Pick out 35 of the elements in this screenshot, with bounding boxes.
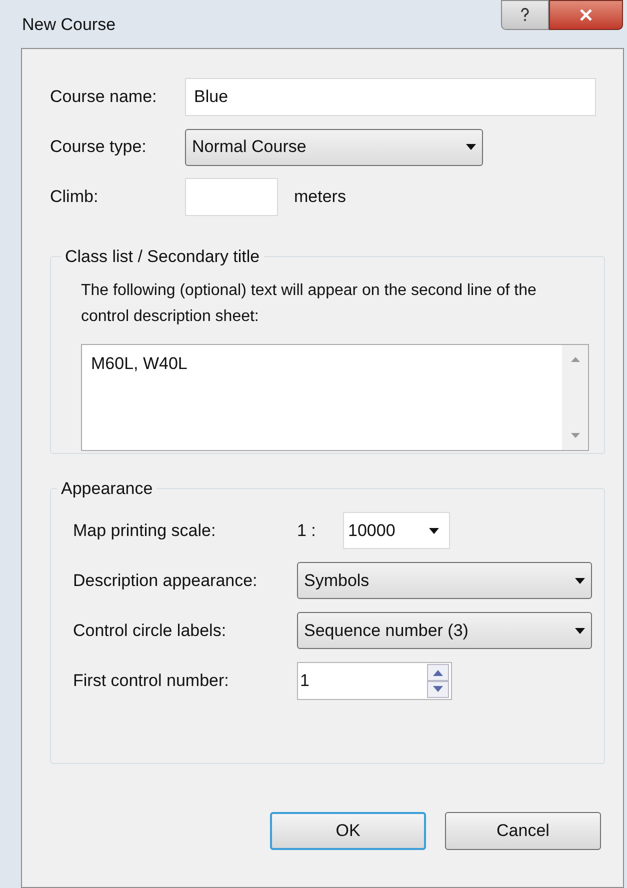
class-list-textarea[interactable]: M60L, W40L <box>81 344 589 450</box>
ok-button[interactable]: OK <box>270 812 426 850</box>
field-label: Climb: <box>50 186 100 208</box>
scale-combo[interactable]: 10000 <box>343 512 450 549</box>
description-text: The following (optional) text will appear on the second line of the control description sheet: <box>81 280 538 326</box>
help-button[interactable] <box>501 0 549 30</box>
field-label: Map printing scale: <box>73 520 217 542</box>
field-label: Description appearance: <box>73 570 258 592</box>
dropdown[interactable]: Sequence number (3) <box>297 612 592 649</box>
dropdown-arrow-icon <box>466 144 476 150</box>
field-label: Course type: <box>50 136 148 158</box>
text-field[interactable]: Blue <box>185 78 596 116</box>
dropdown-arrow-icon <box>575 628 585 634</box>
scrollbar[interactable] <box>562 344 588 450</box>
dropdown-arrow-icon <box>575 578 585 584</box>
field-label: Control circle labels: <box>73 620 228 642</box>
spinner-field[interactable]: 1 <box>297 662 452 700</box>
unit-label: meters <box>294 186 346 208</box>
scroll-down-icon[interactable] <box>570 432 580 438</box>
dropdown[interactable]: Symbols <box>297 562 592 599</box>
cancel-button[interactable]: Cancel <box>445 812 601 850</box>
dropdown[interactable]: Normal Course <box>185 128 483 166</box>
close-icon <box>579 9 593 21</box>
help-icon <box>520 8 530 22</box>
scale-prefix: 1 : <box>297 520 317 542</box>
field-label: First control number: <box>73 670 230 692</box>
dropdown-arrow-icon <box>429 528 439 534</box>
scroll-up-icon[interactable] <box>570 356 580 362</box>
close-button[interactable] <box>549 0 623 30</box>
number-field[interactable] <box>185 178 278 216</box>
group-title: Class list / Secondary title <box>64 246 261 268</box>
spinner-arrows-icon[interactable] <box>427 664 449 698</box>
group-title: Appearance <box>60 478 154 500</box>
field-label: Course name: <box>50 86 158 108</box>
window-title: New Course <box>22 14 116 36</box>
